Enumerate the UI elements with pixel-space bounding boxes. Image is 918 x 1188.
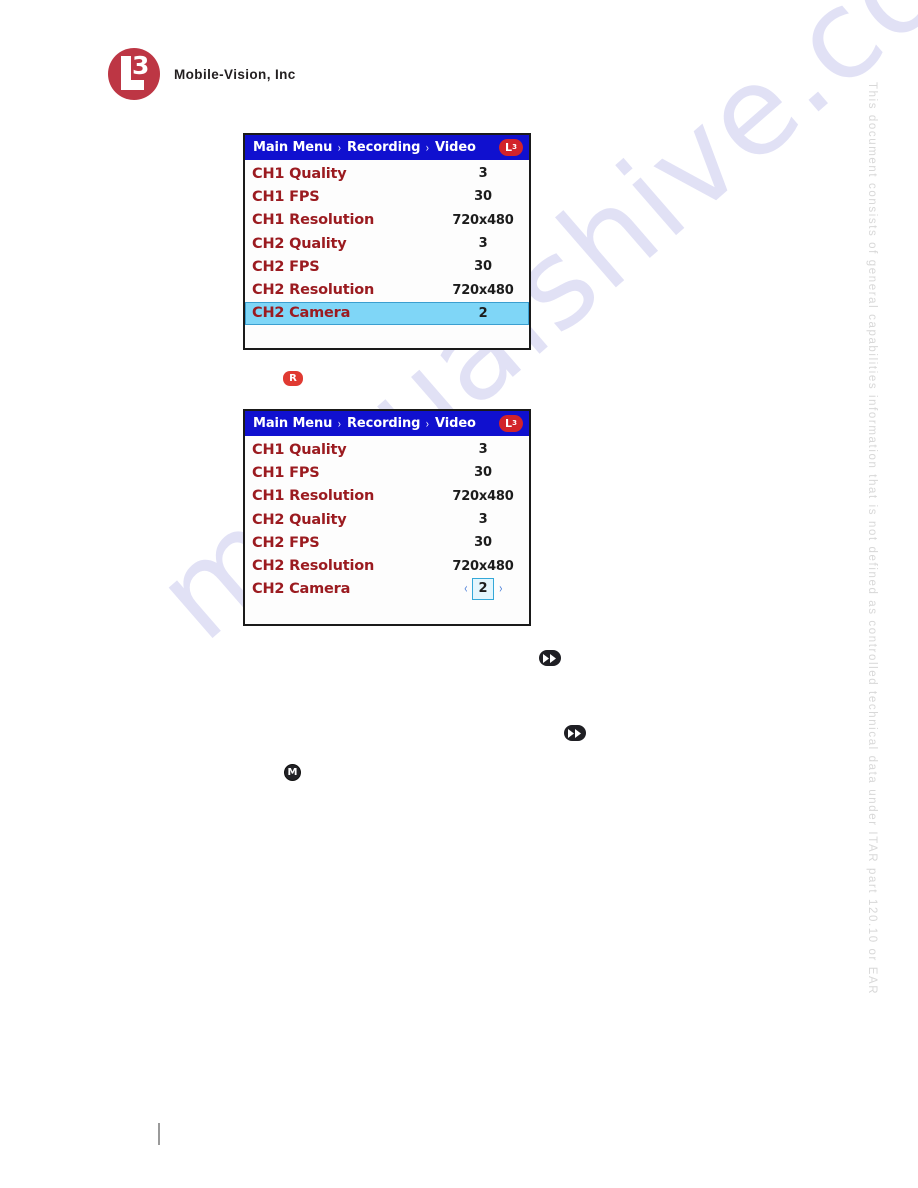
menu-row-ch1-fps[interactable]: CH1 FPS 30 [245, 185, 529, 208]
menu-row-ch2-quality[interactable]: CH2 Quality 3 [245, 232, 529, 255]
menu-row-ch1-fps[interactable]: CH1 FPS 30 [245, 461, 529, 484]
breadcrumb-item-recording[interactable]: Recording [347, 416, 420, 431]
page-margin-tick [158, 1123, 160, 1145]
breadcrumb-item-main-menu[interactable]: Main Menu [253, 416, 332, 431]
fast-forward-key-icon-b[interactable] [564, 725, 586, 741]
camera-value-stepper[interactable]: ‹ 2 › [444, 578, 522, 601]
chevron-right-icon[interactable]: › [498, 582, 502, 596]
menu-row-label: CH2 FPS [252, 258, 320, 275]
record-key-icon[interactable]: R [283, 371, 303, 386]
breadcrumb: Main Menu › Recording › Video [253, 140, 499, 155]
menu-row-ch2-fps[interactable]: CH2 FPS 30 [245, 531, 529, 554]
menu-row-value: 30 [474, 189, 492, 205]
menu-row-label: CH1 FPS [252, 188, 320, 205]
osd-panel-selected: Main Menu › Recording › Video L3 CH1 Qua… [243, 133, 531, 350]
menu-row-ch2-camera-selected[interactable]: CH2 Camera 2 [245, 301, 529, 326]
l3-badge-icon: L3 [499, 415, 523, 432]
company-wordmark: Mobile-Vision, Inc [174, 66, 296, 82]
menu-row-ch2-fps[interactable]: CH2 FPS 30 [245, 255, 529, 278]
menu-row-value: 30 [474, 535, 492, 551]
breadcrumb-item-video[interactable]: Video [435, 416, 476, 431]
menu-row-value: 720x480 [452, 212, 514, 228]
chevron-left-icon[interactable]: ‹ [464, 582, 468, 596]
breadcrumb-separator-icon: › [426, 140, 430, 155]
menu-row-ch2-resolution[interactable]: CH2 Resolution 720x480 [245, 278, 529, 301]
menu-row-value: 3 [478, 166, 488, 182]
menu-row-label: CH1 Resolution [252, 212, 375, 229]
menu-row-label: CH2 Camera [252, 581, 351, 598]
breadcrumb-item-main-menu[interactable]: Main Menu [253, 140, 332, 155]
fast-forward-key-icon-a[interactable] [539, 650, 561, 666]
menu-row-ch1-quality[interactable]: CH1 Quality 3 [245, 438, 529, 461]
l3-badge-sup: 3 [512, 143, 517, 151]
breadcrumb-separator-icon: › [426, 416, 430, 431]
osd-titlebar: Main Menu › Recording › Video L3 [245, 411, 529, 436]
menu-row-label: CH1 Quality [252, 441, 347, 458]
l3-badge-icon: L3 [499, 139, 523, 156]
menu-row-value: 2 [478, 305, 488, 321]
breadcrumb-item-recording[interactable]: Recording [347, 140, 420, 155]
breadcrumb-separator-icon: › [338, 416, 342, 431]
itar-control-notice: This document consists of general capabi… [866, 82, 878, 996]
breadcrumb: Main Menu › Recording › Video [253, 416, 499, 431]
menu-row-ch1-resolution[interactable]: CH1 Resolution 720x480 [245, 209, 529, 232]
menu-row-value: 30 [474, 259, 492, 275]
document-page: manualshive.com This document consists o… [0, 0, 918, 1188]
menu-row-ch2-quality[interactable]: CH2 Quality 3 [245, 508, 529, 531]
menu-row-label: CH2 Quality [252, 511, 347, 528]
l3-badge-letter: L [505, 417, 513, 430]
menu-row-value: 30 [474, 465, 492, 481]
l3-logo-icon: 3 [108, 48, 160, 100]
l3-badge-letter: L [505, 141, 513, 154]
l3-logo-digit: 3 [132, 51, 150, 80]
menu-row-label: CH1 FPS [252, 464, 320, 481]
menu-row-ch1-resolution[interactable]: CH1 Resolution 720x480 [245, 485, 529, 508]
menu-row-label: CH1 Resolution [252, 488, 375, 505]
menu-row-value: 720x480 [452, 488, 514, 504]
menu-row-value: 720x480 [452, 558, 514, 574]
osd-titlebar: Main Menu › Recording › Video L3 [245, 135, 529, 160]
breadcrumb-item-video[interactable]: Video [435, 140, 476, 155]
menu-row-label: CH2 Quality [252, 235, 347, 252]
menu-row-value: 720x480 [452, 282, 514, 298]
menu-row-ch2-camera-editing[interactable]: CH2 Camera ‹ 2 › [245, 578, 529, 601]
menu-row-label: CH2 Camera [252, 305, 351, 322]
menu-row-ch2-resolution[interactable]: CH2 Resolution 720x480 [245, 554, 529, 577]
osd-menu-list: CH1 Quality 3 CH1 FPS 30 CH1 Resolution … [245, 160, 529, 326]
menu-row-value: 3 [478, 442, 488, 458]
menu-row-label: CH2 Resolution [252, 558, 375, 575]
menu-key-icon[interactable]: M [284, 764, 301, 781]
company-logo-header: 3 Mobile-Vision, Inc [108, 48, 296, 100]
breadcrumb-separator-icon: › [338, 140, 342, 155]
menu-row-label: CH1 Quality [252, 165, 347, 182]
menu-row-ch1-quality[interactable]: CH1 Quality 3 [245, 162, 529, 185]
osd-panel-editing: Main Menu › Recording › Video L3 CH1 Qua… [243, 409, 531, 626]
menu-row-value: 3 [478, 512, 488, 528]
menu-row-label: CH2 Resolution [252, 282, 375, 299]
menu-row-label: CH2 FPS [252, 534, 320, 551]
osd-menu-list: CH1 Quality 3 CH1 FPS 30 CH1 Resolution … [245, 436, 529, 601]
menu-row-value: 3 [478, 236, 488, 252]
stepper-value[interactable]: 2 [472, 578, 494, 601]
l3-badge-sup: 3 [512, 419, 517, 427]
